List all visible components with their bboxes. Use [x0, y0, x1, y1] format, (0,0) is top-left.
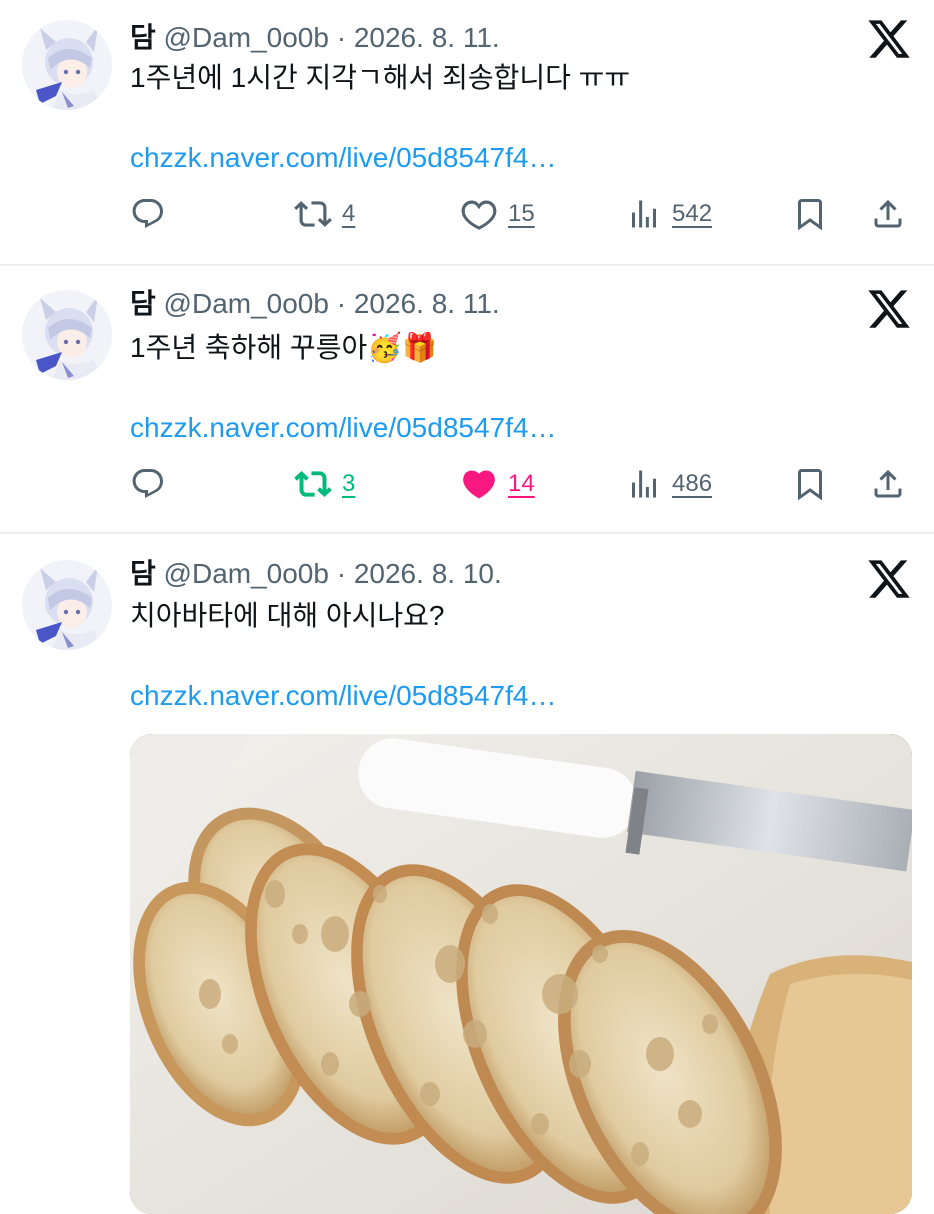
- x-logo-icon[interactable]: [866, 556, 912, 602]
- share-icon: [874, 469, 902, 498]
- ciabatta-photo: [130, 734, 912, 1214]
- like-button[interactable]: 14: [460, 460, 535, 508]
- avatar[interactable]: [22, 20, 112, 110]
- views-count[interactable]: 542: [672, 200, 712, 228]
- retweet-icon: [294, 201, 332, 227]
- like-count[interactable]: 15: [508, 200, 535, 228]
- like-count[interactable]: 14: [508, 470, 535, 498]
- tweet-link[interactable]: chzzk.naver.com/live/05d8547f4…: [130, 676, 556, 716]
- avatar[interactable]: [22, 290, 112, 380]
- views-button[interactable]: 486: [626, 460, 712, 508]
- retweet-button[interactable]: 4: [294, 190, 355, 238]
- tweet-text: 1주년 축하해 꾸릉아: [130, 332, 368, 363]
- tweet-actions: 3 14 486: [130, 460, 912, 508]
- tweet-actions: 4 15 542: [130, 190, 912, 238]
- retweet-count[interactable]: 3: [342, 470, 355, 498]
- avatar-image: [22, 290, 112, 380]
- timestamp[interactable]: 2026. 8. 11.: [354, 288, 500, 319]
- reply-icon: [132, 199, 164, 229]
- tweet-link[interactable]: chzzk.naver.com/live/05d8547f4…: [130, 408, 556, 448]
- views-count[interactable]: 486: [672, 470, 712, 498]
- tweet-media-image[interactable]: [130, 734, 912, 1214]
- tweet-header: 담 @Dam_0o0b · 2026. 8. 11.: [130, 18, 500, 58]
- avatar[interactable]: [22, 560, 112, 650]
- views-button[interactable]: 542: [626, 190, 712, 238]
- party-gift-emoji: 🥳🎁: [367, 331, 437, 364]
- share-icon: [874, 199, 902, 228]
- reply-button[interactable]: [130, 460, 166, 508]
- tweet-1[interactable]: 담 @Dam_0o0b · 2026. 8. 11. 1주년에 1시간 지각ㄱ해…: [0, 0, 934, 264]
- like-button[interactable]: 15: [460, 190, 535, 238]
- views-icon: [632, 200, 656, 228]
- like-icon: [461, 200, 497, 230]
- handle[interactable]: @Dam_0o0b: [164, 558, 329, 589]
- tweet-header: 담 @Dam_0o0b · 2026. 8. 11.: [130, 284, 500, 324]
- tweet-text: 치아바타에 대해 아시나요?: [130, 600, 445, 631]
- avatar-image: [22, 560, 112, 650]
- tweet-2[interactable]: 담 @Dam_0o0b · 2026. 8. 11. 1주년 축하해 꾸릉아🥳🎁…: [0, 266, 934, 532]
- like-icon-filled: [463, 470, 495, 499]
- separator: ·: [336, 22, 347, 53]
- bookmark-button[interactable]: [792, 190, 828, 238]
- views-icon: [632, 470, 656, 498]
- display-name[interactable]: 담: [130, 288, 156, 319]
- timestamp[interactable]: 2026. 8. 11.: [354, 22, 500, 53]
- reply-icon: [132, 469, 164, 499]
- retweet-icon: [294, 471, 332, 497]
- separator: ·: [336, 558, 347, 589]
- bookmark-button[interactable]: [792, 460, 828, 508]
- retweet-count[interactable]: 4: [342, 200, 355, 228]
- handle[interactable]: @Dam_0o0b: [164, 288, 329, 319]
- tweet-header: 담 @Dam_0o0b · 2026. 8. 10.: [130, 554, 502, 594]
- x-logo-icon[interactable]: [866, 16, 912, 62]
- share-button[interactable]: [870, 190, 906, 238]
- separator: ·: [336, 288, 347, 319]
- tweet-text: 1주년에 1시간 지각ㄱ해서 죄송합니다 ㅠㅠ: [130, 62, 631, 93]
- bookmark-icon: [798, 199, 822, 231]
- tweet-link[interactable]: chzzk.naver.com/live/05d8547f4…: [130, 138, 556, 178]
- display-name[interactable]: 담: [130, 22, 156, 53]
- reply-button[interactable]: [130, 190, 166, 238]
- tweet-text-line: 1주년 축하해 꾸릉아🥳🎁: [130, 328, 437, 368]
- bookmark-icon: [798, 469, 822, 501]
- x-logo-icon[interactable]: [866, 286, 912, 332]
- display-name[interactable]: 담: [130, 558, 156, 589]
- timestamp[interactable]: 2026. 8. 10.: [354, 558, 502, 589]
- retweet-button[interactable]: 3: [294, 460, 355, 508]
- avatar-image: [22, 20, 112, 110]
- handle[interactable]: @Dam_0o0b: [164, 22, 329, 53]
- share-button[interactable]: [870, 460, 906, 508]
